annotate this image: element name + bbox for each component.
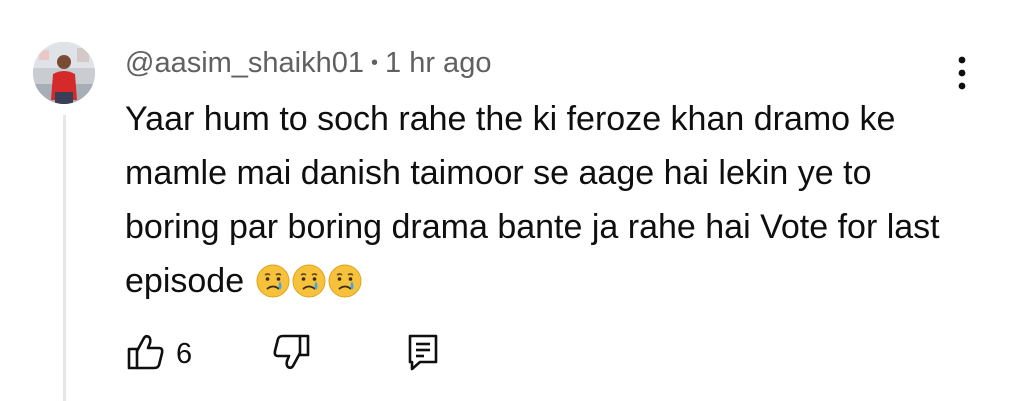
dislike-button[interactable] [271,332,311,376]
comment-body: Yaar hum to soch rahe the ki feroze khan… [125,92,945,308]
crying-face-emoji [292,260,326,298]
avatar[interactable] [33,42,95,104]
comment-text: Yaar hum to soch rahe the ki feroze khan… [125,100,940,300]
reply-button[interactable] [404,332,444,376]
comment-icon[interactable] [404,332,444,377]
comment-meta: @aasim_shaikh01 • 1 hr ago [125,46,491,80]
crying-face-emoji [256,260,290,298]
timestamp: 1 hr ago [385,47,492,79]
like-button[interactable]: 6 [126,332,192,376]
kebab-menu-icon[interactable] [951,54,973,94]
like-count: 6 [176,337,193,370]
author-name[interactable]: @aasim_shaikh01 [125,47,364,79]
thumb-up-icon[interactable] [126,332,166,377]
crying-face-emoji [328,260,362,298]
meta-separator: • [371,52,379,74]
thumb-down-icon[interactable] [271,332,311,377]
thread-line [63,115,66,401]
